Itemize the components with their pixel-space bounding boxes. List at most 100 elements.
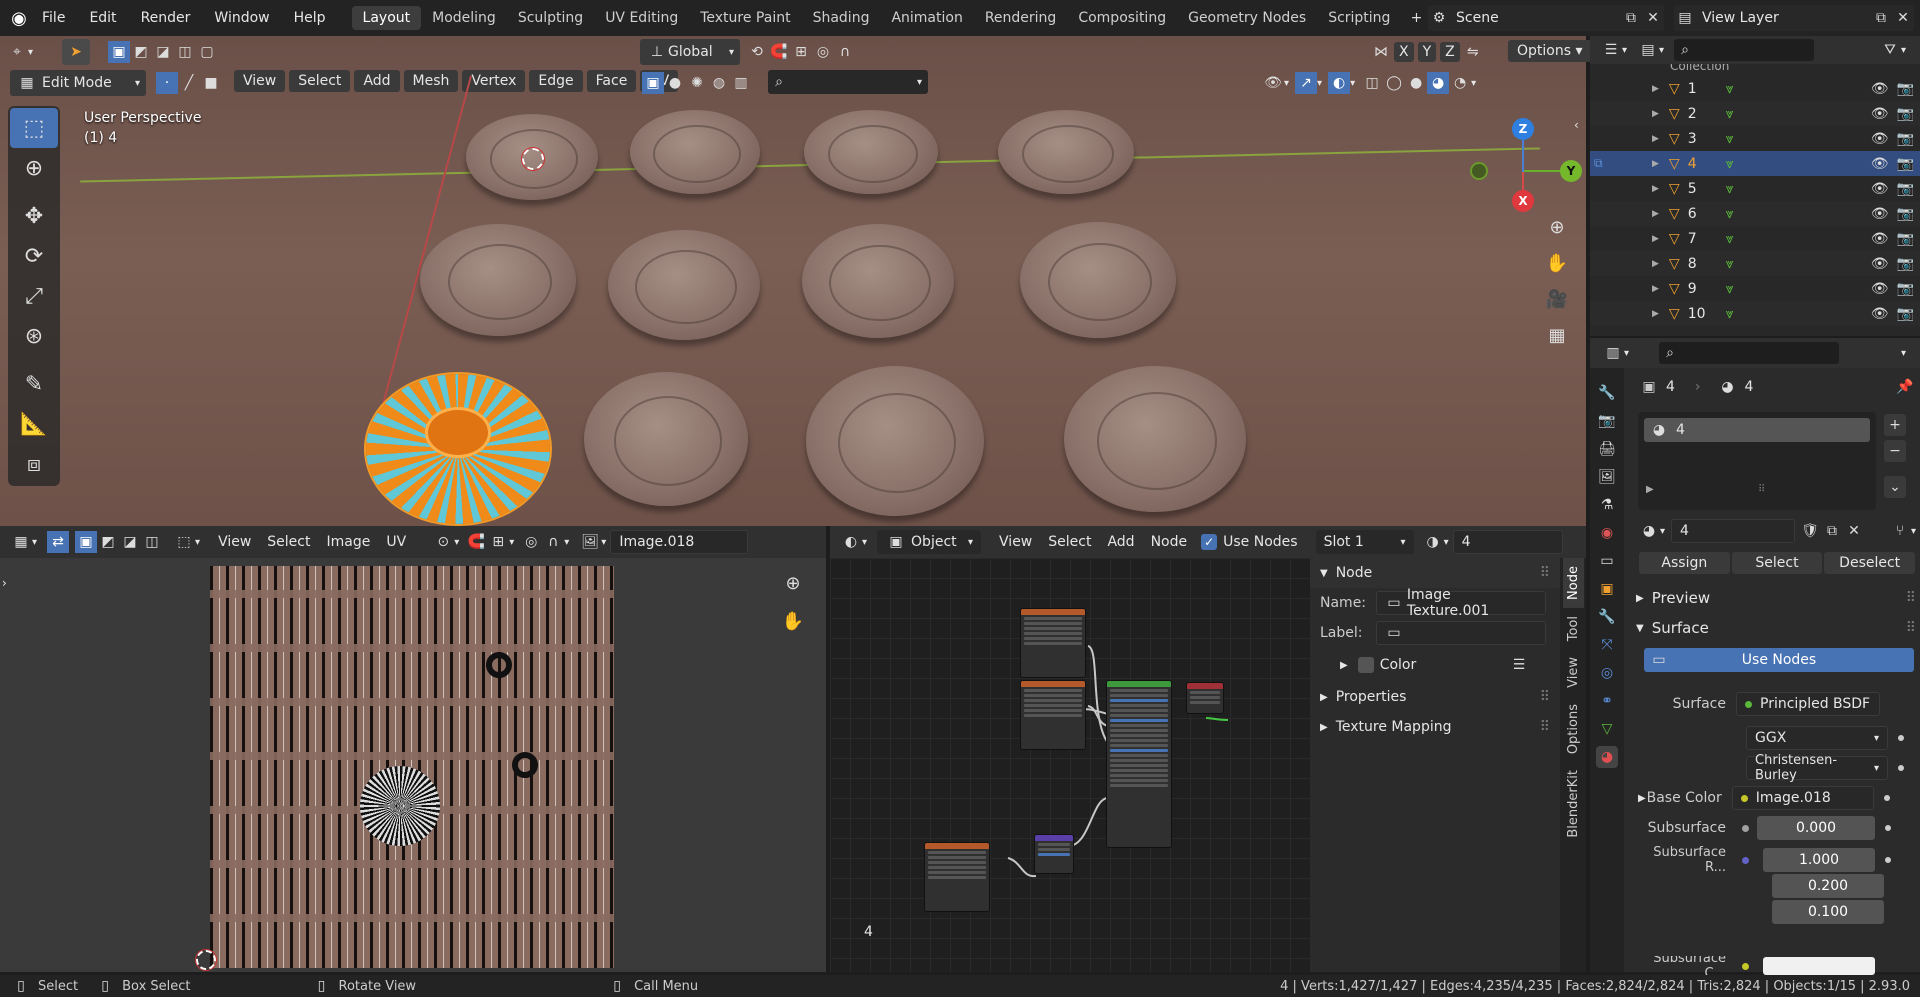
expand-arrow-icon[interactable]: ▶ [1652, 134, 1659, 144]
remove-slot-icon[interactable]: − [1884, 440, 1906, 462]
shader-type-selector[interactable]: ▣ Object ▾ [877, 530, 982, 554]
select-tool-dropdown[interactable]: ➤ [62, 39, 90, 65]
uv-sticky-select-icon[interactable]: ⬚ [173, 531, 195, 553]
uv-falloff-icon[interactable]: ∩ [542, 531, 564, 553]
menu-help[interactable]: Help [282, 10, 338, 26]
camera-view-icon[interactable]: 🎥 [1542, 284, 1572, 314]
render-camera-icon[interactable]: 📷 [1897, 156, 1914, 172]
render-camera-icon[interactable]: 📷 [1897, 81, 1914, 97]
visibility-eye-icon[interactable]: 👁 [1871, 181, 1889, 197]
select-extend-icon[interactable]: ◩ [130, 41, 152, 63]
vertex-select-icon[interactable]: ⋅ [156, 72, 178, 94]
gizmo-neg-y-axis[interactable] [1470, 162, 1488, 180]
physics-tab-icon[interactable]: ◎ [1596, 662, 1618, 684]
list-expand-icon[interactable]: ▶ [1646, 484, 1654, 495]
menu-vertex[interactable]: Vertex [462, 70, 526, 92]
uv-pan-hand-icon[interactable]: ✋ [778, 606, 808, 636]
tool-tab-icon[interactable]: 🔧 [1596, 382, 1618, 404]
visibility-eye-icon[interactable]: 👁 [1871, 256, 1889, 272]
list-resize-handle[interactable]: ⠿ [1758, 484, 1765, 495]
outliner-item[interactable]: ▶ ▽ 3 ⩔ 👁 📷 [1590, 126, 1920, 151]
image-texture-node[interactable] [1020, 608, 1086, 678]
select-subtract-icon[interactable]: ◪ [152, 41, 174, 63]
add-cube-tool-icon[interactable]: ⧈ [10, 444, 58, 484]
uv-editor-type-icon[interactable]: ▦ [10, 531, 32, 553]
expand-arrow-icon[interactable]: ▶ [1652, 159, 1659, 169]
uv-texture-canvas[interactable] [210, 566, 614, 968]
outliner-item[interactable]: ▶ ▽ 5 ⩔ 👁 📷 [1590, 176, 1920, 201]
sidebar-tab-view[interactable]: View [1563, 649, 1584, 696]
node-name-field[interactable]: ▭ Image Texture.001 [1376, 587, 1546, 619]
assign-button[interactable]: Assign [1639, 552, 1730, 574]
uv-menu-select[interactable]: Select [259, 531, 318, 553]
uv-toolbar-toggle-icon[interactable]: › [2, 576, 7, 590]
viewport-editor-type[interactable]: ⌖ ▾ [6, 39, 33, 65]
3d-cursor-icon[interactable] [521, 147, 545, 171]
particles-tab-icon[interactable]: ⤧ [1596, 634, 1618, 656]
node-panel-header[interactable]: ▼ Node ⠿ [1310, 558, 1560, 588]
surface-panel-header[interactable]: ▼ Surface ⠿ [1630, 614, 1916, 642]
visibility-eye-icon[interactable]: 👁 [1871, 156, 1889, 172]
disk-object[interactable] [1020, 222, 1176, 338]
menu-edge[interactable]: Edge [529, 70, 583, 92]
node-color-row[interactable]: ▶ Color ☰ [1310, 648, 1560, 682]
disk-object[interactable] [802, 224, 954, 338]
visibility-eye-icon[interactable]: 👁 [1871, 281, 1889, 297]
outliner-item[interactable]: ▶ ▽ 6 ⩔ 👁 📷 [1590, 201, 1920, 226]
uv-edge-mode-icon[interactable]: ◩ [97, 531, 119, 553]
scene-tab-icon[interactable]: ⚗ [1596, 494, 1618, 516]
render-camera-icon[interactable]: 📷 [1897, 256, 1914, 272]
measure-tool-icon[interactable]: 📐 [10, 404, 58, 444]
disk-object[interactable] [608, 230, 760, 340]
material-tab-icon[interactable]: ◕ [1596, 746, 1618, 768]
add-slot-icon[interactable]: + [1884, 414, 1906, 436]
node-editor[interactable]: ◐ ▾ ▣ Object ▾ View Select Add Node ✓ Use … [830, 526, 1586, 972]
disk-object[interactable] [804, 110, 938, 194]
material-name-field[interactable]: 4 [1452, 530, 1563, 554]
preview-panel-header[interactable]: ▶ Preview ⠿ [1630, 584, 1916, 612]
unlink-material-icon[interactable]: ✕ [1843, 520, 1865, 542]
color-checkbox[interactable] [1357, 657, 1374, 673]
use-nodes-checkbox[interactable]: ✓ Use Nodes [1201, 534, 1298, 550]
gizmo-y-axis[interactable]: Y [1560, 160, 1582, 182]
rendered-shading-icon[interactable]: ◔ [1449, 72, 1471, 94]
tab-rendering[interactable]: Rendering [974, 6, 1068, 30]
properties-search-input[interactable]: ⌕ [1659, 342, 1840, 364]
uv-sync-selection-icon[interactable]: ⇄ [47, 531, 70, 553]
delete-scene-icon[interactable]: ✕ [1642, 7, 1664, 29]
overlay-icon[interactable]: ◐ [1328, 72, 1351, 94]
view-layer-tab-icon[interactable]: 🖼 [1596, 466, 1618, 488]
tab-scripting[interactable]: Scripting [1317, 6, 1401, 30]
uv-2d-cursor-icon[interactable] [195, 949, 217, 971]
pivot-icon[interactable]: ⟲ [746, 41, 768, 63]
gizmo-z-axis[interactable]: Z [1512, 118, 1534, 140]
gizmo-icon[interactable]: ↗ [1295, 72, 1318, 94]
pin-icon[interactable]: 📌 [1894, 376, 1916, 398]
expand-arrow-icon[interactable]: ▶ [1652, 84, 1659, 94]
menu-select[interactable]: Select [289, 70, 351, 92]
node-menu-add[interactable]: Add [1099, 531, 1142, 553]
subsurface-method-dropdown[interactable]: Christensen-Burley ▾ [1746, 753, 1888, 783]
sidebar-toggle-icon[interactable]: ‹ [1574, 118, 1579, 132]
cursor-tool-icon[interactable]: ⊕ [10, 148, 58, 188]
node-menu-node[interactable]: Node [1143, 531, 1196, 553]
move-tool-icon[interactable]: ✥ [10, 196, 58, 236]
tab-animation[interactable]: Animation [880, 6, 973, 30]
subsurface-radius-y-field[interactable]: 0.200 [1772, 874, 1884, 898]
mirror-icon[interactable]: ⋈ [1370, 41, 1392, 63]
menu-add[interactable]: Add [354, 70, 400, 92]
material-slot-list[interactable]: ◕ 4 ▶ ⠿ [1638, 412, 1876, 510]
image-browse-icon[interactable]: 🖼 [579, 531, 601, 553]
node-link-icon[interactable]: ⑂ [1889, 520, 1911, 542]
node-editor-type-icon[interactable]: ◐ [840, 531, 862, 553]
image-texture-node[interactable] [924, 842, 990, 912]
world-icon[interactable]: ▥ [730, 72, 752, 94]
filter-icon[interactable]: ⛛ [1879, 39, 1901, 61]
mode-selector[interactable]: ▦ Edit Mode ▾ [10, 70, 146, 96]
mesh-data-icon[interactable]: ⩔ [1726, 281, 1734, 297]
object-tab-icon[interactable]: ▣ [1596, 578, 1618, 600]
node-label-field[interactable]: ▭ [1376, 621, 1546, 645]
fake-user-icon[interactable]: 🛡 [1799, 520, 1821, 542]
outliner-item[interactable]: ⧉ ▶ ▽ 4 ⩔ 👁 📷 [1590, 151, 1920, 176]
render-camera-icon[interactable]: 📷 [1897, 181, 1914, 197]
